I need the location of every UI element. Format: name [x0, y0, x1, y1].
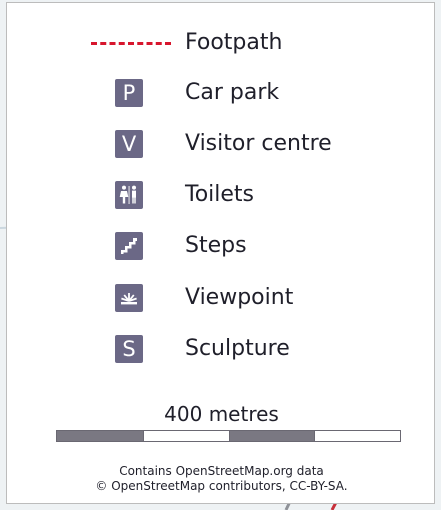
attribution-line-1: Contains OpenStreetMap.org data: [119, 464, 324, 478]
scale-bar-segment-4: [314, 431, 400, 441]
scale-bar-label: 400 metres: [164, 402, 279, 426]
scale-bar-segment-3: [228, 431, 315, 441]
map-legend-panel: Footpath P Car park V Visitor centre Toi…: [6, 2, 435, 504]
scale-section: 400 metres: [7, 3, 436, 505]
map-attribution: Contains OpenStreetMap.org data © OpenSt…: [7, 464, 436, 494]
scale-bar: [56, 430, 401, 442]
attribution-line-2: © OpenStreetMap contributors, CC-BY-SA.: [95, 479, 348, 493]
scale-bar-segment-2: [142, 431, 229, 441]
scale-bar-segment-1: [57, 431, 143, 441]
